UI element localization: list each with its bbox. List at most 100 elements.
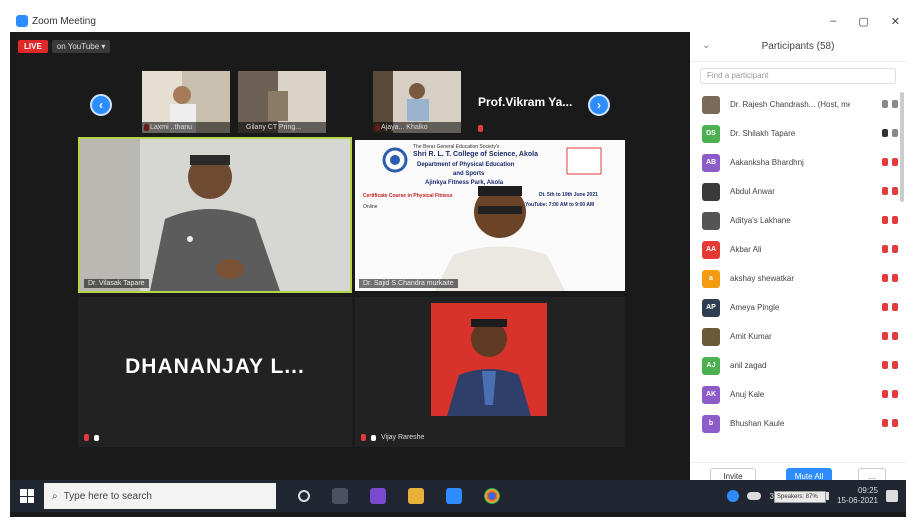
video-tile-camera-off[interactable]: DHANANJAY L... bbox=[78, 297, 352, 447]
clock-date[interactable]: 15-06-2021 bbox=[837, 496, 878, 506]
next-page-button[interactable]: › bbox=[588, 94, 610, 116]
participant-name: Amit Kumar bbox=[730, 332, 772, 341]
participants-title: Participants (58) bbox=[761, 41, 835, 52]
participant-row[interactable]: Dr. Rajesh Chandrash... (Host, me) bbox=[690, 90, 906, 119]
minimize-button[interactable]: – bbox=[830, 15, 836, 27]
participants-scrollbar[interactable] bbox=[900, 92, 904, 202]
taskbar-search-input[interactable]: ⌕ Type here to search bbox=[44, 483, 276, 509]
chrome-icon[interactable] bbox=[484, 488, 500, 504]
zoom-taskbar-icon[interactable] bbox=[446, 488, 462, 504]
participant-row[interactable]: AA Akbar Ali bbox=[690, 235, 906, 264]
live-badge[interactable]: LIVE bbox=[18, 39, 48, 53]
banner-line: Certificate Course in Physical Fitness bbox=[363, 193, 453, 199]
mic-muted-icon bbox=[882, 332, 888, 340]
participant-name: Anuj Kale bbox=[730, 390, 765, 399]
video-tile[interactable]: Vijay Rareshe bbox=[355, 297, 625, 447]
video-off-icon bbox=[892, 158, 898, 166]
thumb-video[interactable]: Laxmi ..thanu bbox=[142, 71, 230, 133]
cortana-icon[interactable] bbox=[298, 490, 310, 502]
mic-muted-icon bbox=[882, 274, 888, 282]
video-off-icon bbox=[892, 216, 898, 224]
prev-page-button[interactable]: ‹ bbox=[90, 94, 112, 116]
notifications-icon[interactable] bbox=[886, 490, 898, 502]
participant-name-tag: Vijay Rareshe bbox=[381, 434, 425, 441]
thumb-name: Laxmi ..thanu bbox=[142, 122, 230, 133]
speaker-tooltip: Speakers: 87% bbox=[774, 491, 826, 503]
participant-row[interactable]: Abdul Anwar bbox=[690, 177, 906, 206]
participant-row[interactable]: DS Dr. Shilakh Tapare bbox=[690, 119, 906, 148]
participant-name: Dr. Rajesh Chandrash... (Host, me) bbox=[730, 100, 850, 109]
participant-name: Dr. Shilakh Tapare bbox=[730, 129, 796, 138]
close-button[interactable]: ✕ bbox=[891, 15, 900, 28]
participant-row[interactable]: Aditya's Lakhane bbox=[690, 206, 906, 235]
participant-name: Aditya's Lakhane bbox=[730, 216, 791, 225]
pin-icon bbox=[94, 434, 99, 441]
thumb-name: Gilany CT Pring... bbox=[238, 122, 326, 133]
banner-line: Department of Physical Education bbox=[417, 162, 515, 168]
participant-name: Abdul Anwar bbox=[730, 187, 775, 196]
file-explorer-icon[interactable] bbox=[408, 488, 424, 504]
mic-muted-icon bbox=[84, 434, 89, 441]
zoom-window: Zoom Meeting – ▢ ✕ LIVE on YouTube ▾ ‹ L… bbox=[10, 10, 906, 517]
participant-photo bbox=[431, 303, 547, 416]
avatar bbox=[702, 95, 720, 114]
banner-line: and Sports bbox=[453, 171, 485, 177]
participant-row[interactable]: Amit Kumar bbox=[690, 322, 906, 351]
mic-muted-icon bbox=[882, 158, 888, 166]
video-off-icon bbox=[892, 274, 898, 282]
mic-muted-icon bbox=[882, 216, 888, 224]
avatar bbox=[702, 182, 720, 201]
thumb-video[interactable]: Gilany CT Pring... bbox=[238, 71, 326, 133]
participant-row[interactable]: AK Anuj Kale bbox=[690, 380, 906, 409]
zoom-logo-icon bbox=[16, 15, 28, 27]
avatar bbox=[702, 327, 720, 346]
avatar: AJ bbox=[702, 356, 720, 375]
task-view-icon[interactable] bbox=[332, 488, 348, 504]
mic-muted-icon bbox=[882, 245, 888, 253]
pin-icon bbox=[371, 434, 376, 441]
participant-row[interactable]: a akshay shewatkar bbox=[690, 264, 906, 293]
avatar: DS bbox=[702, 124, 720, 143]
screen: Zoom Meeting – ▢ ✕ LIVE on YouTube ▾ ‹ L… bbox=[0, 0, 911, 527]
teams-icon[interactable] bbox=[370, 488, 386, 504]
participant-row[interactable]: AP Ameya Pingle bbox=[690, 293, 906, 322]
thumb-video[interactable]: Ajaya... Khalko bbox=[373, 71, 461, 133]
banner-line: Dt. 5th to 19th June 2021 bbox=[539, 192, 598, 198]
participant-display-name: DHANANJAY L... bbox=[125, 355, 305, 378]
mic-icon bbox=[882, 100, 888, 108]
participant-name: Bhushan Kaule bbox=[730, 419, 785, 428]
title-bar: Zoom Meeting – ▢ ✕ bbox=[10, 10, 906, 32]
mic-muted-icon bbox=[882, 361, 888, 369]
participant-name: Ameya Pingle bbox=[730, 303, 780, 312]
participant-row[interactable]: b Bhushan Kaule bbox=[690, 409, 906, 438]
video-off-icon bbox=[892, 419, 898, 427]
participant-search-input[interactable]: Find a participant bbox=[700, 68, 896, 84]
video-tile-active-speaker[interactable]: Dr. Vilasak Tapare bbox=[78, 137, 352, 293]
globe-icon[interactable] bbox=[727, 490, 740, 502]
mic-muted-icon bbox=[882, 303, 888, 311]
mic-muted-icon bbox=[882, 419, 888, 427]
video-off-icon bbox=[892, 245, 898, 253]
mic-muted-icon bbox=[882, 390, 888, 398]
video-tile[interactable]: The Berar General Education Society's Sh… bbox=[355, 140, 625, 291]
video-off-icon bbox=[892, 332, 898, 340]
taskbar: ⌕ Type here to search 30°C ^ 09:25 15-06… bbox=[10, 480, 906, 512]
mic-muted-icon bbox=[478, 125, 483, 132]
participant-row[interactable]: AJ anil zagad bbox=[690, 351, 906, 380]
banner-line: The Berar General Education Society's bbox=[413, 144, 500, 150]
maximize-button[interactable]: ▢ bbox=[858, 15, 868, 28]
banner-line: Ajinkya Fitness Park, Akola bbox=[425, 180, 504, 186]
video-icon bbox=[892, 100, 898, 108]
avatar: AP bbox=[702, 298, 720, 317]
weather-icon[interactable] bbox=[747, 492, 762, 500]
avatar: AA bbox=[702, 240, 720, 259]
clock-time[interactable]: 09:25 bbox=[858, 486, 878, 496]
chevron-down-icon[interactable]: ⌄ bbox=[702, 40, 710, 51]
live-bar: LIVE on YouTube ▾ bbox=[18, 38, 111, 54]
thumb-name: Ajaya... Khalko bbox=[373, 122, 461, 133]
video-off-icon bbox=[892, 361, 898, 369]
active-speaker-name: Prof.Vikram Ya... bbox=[478, 95, 573, 109]
live-stream-dropdown[interactable]: on YouTube ▾ bbox=[51, 39, 111, 53]
windows-start-icon[interactable] bbox=[20, 489, 34, 503]
participant-row[interactable]: AB Aakanksha Bhardhnj bbox=[690, 148, 906, 177]
